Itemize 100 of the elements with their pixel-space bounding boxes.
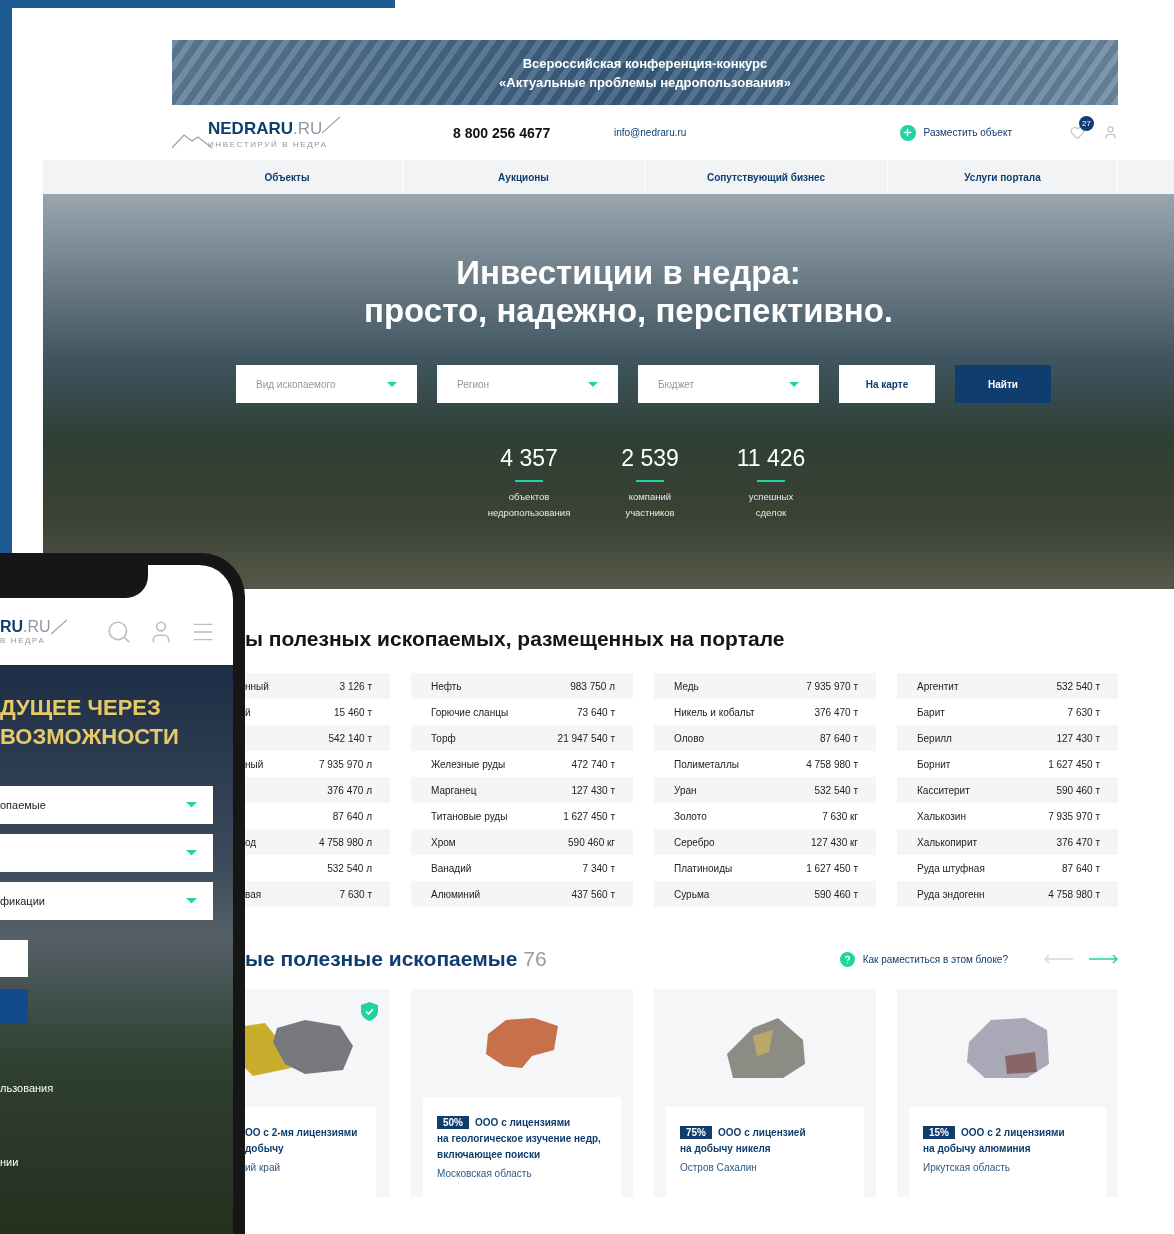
map-button[interactable]: На карте	[839, 365, 935, 403]
mineral-row[interactable]: Марганец 127 430 т	[411, 777, 633, 803]
mineral-row[interactable]: Берилл 127 430 т	[897, 725, 1118, 751]
input-field[interactable]	[0, 940, 28, 977]
card-region: Иркутская область	[923, 1162, 1012, 1173]
mineral-row[interactable]: Нефть 983 750 л	[411, 673, 633, 699]
plus-icon	[899, 124, 916, 141]
mineral-amount: 532 540 л	[327, 862, 372, 874]
mineral-amount: 15 460 т	[334, 706, 372, 718]
mineral-name: Серебро	[674, 836, 715, 848]
mineral-amount: 7 630 кг	[822, 810, 858, 822]
mineral-name: Платиноиды	[674, 862, 733, 874]
hero-title: Инвестиции в недра: просто, надежно, перспективно.	[363, 254, 894, 330]
favorites-count: 27	[1079, 116, 1094, 131]
search-icon[interactable]	[106, 619, 132, 645]
mineral-name: Касситерит	[917, 784, 970, 796]
next-arrow-button[interactable]	[1088, 954, 1118, 964]
mineral-row[interactable]: Касситерит 590 460 т	[897, 777, 1118, 803]
share-badge: 15%	[923, 1126, 955, 1139]
mineral-row[interactable]: Аргентит 532 540 т	[897, 673, 1118, 699]
mineral-row[interactable]: Уран 532 540 т	[654, 777, 876, 803]
mineral-name: Никель и кобальт	[674, 706, 755, 718]
email-link[interactable]: info@nedraru.ru	[614, 127, 687, 138]
mineral-name: Марганец	[431, 784, 477, 796]
mineral-amount: 590 460 кг	[568, 836, 615, 848]
mineral-amount: 4 758 980 т	[806, 758, 858, 770]
mineral-amount: 532 540 т	[814, 784, 858, 796]
stat-label: объектов недропользования	[487, 490, 571, 520]
mineral-row[interactable]: Халькопирит 376 470 т	[897, 829, 1118, 855]
mineral-amount: 983 750 л	[570, 680, 615, 692]
logo-name[interactable]: RU	[0, 618, 24, 636]
card-title: ОО с 2-мя лицензиями добычу	[245, 1126, 359, 1156]
card-title: 50% ООО с лицензиями на геологическое изучение недр, включающее поиски	[437, 1115, 602, 1162]
caret-icon	[186, 898, 197, 904]
mineral-amount: 542 140 т	[328, 732, 372, 744]
card-region: Московская область	[437, 1168, 533, 1179]
mineral-amount: 437 560 т	[571, 888, 615, 900]
filter-select[interactable]: фикации	[0, 882, 213, 920]
mineral-row[interactable]: Медь 7 935 970 т	[654, 673, 876, 699]
mineral-name: Полиметаллы	[674, 758, 739, 770]
logo-slash-drawing	[322, 116, 341, 134]
user-icon[interactable]	[1103, 125, 1118, 140]
mineral-name: Олово	[674, 732, 704, 744]
logo-tagline: ИНВЕСТИРУЙ В НЕДРА	[208, 140, 329, 149]
mineral-amount: 4 758 980 т	[1048, 888, 1100, 900]
search-button[interactable]	[0, 989, 28, 1024]
mineral-row[interactable]: вая 7 630 т	[245, 881, 390, 907]
listing-card[interactable]: 15% ООО с 2 лицензиями на добычу алюминия Иркутская область	[897, 989, 1118, 1197]
mineral-name: Сурьма	[674, 888, 710, 900]
mineral-name: Алюминий	[431, 888, 481, 900]
mineral-row[interactable]: Руда эндогенн 4 758 980 т	[897, 881, 1118, 907]
mineral-row[interactable]: Торф 21 947 540 т	[411, 725, 633, 751]
mineral-row[interactable]: од 4 758 980 л	[245, 829, 390, 855]
share-badge: 50%	[437, 1116, 469, 1129]
conference-banner[interactable]: Всероссийская конференция-конкурс «Актуальные проблемы недропользования»	[172, 40, 1118, 105]
accent-line	[757, 480, 785, 482]
filter-select[interactable]: опаемые	[0, 786, 213, 824]
listing-card[interactable]: ОО с 2-мя лицензиями добычу ий край	[245, 989, 390, 1197]
mineral-amount: 87 640 т	[820, 732, 858, 744]
banner-text: Всероссийская конференция-конкурс	[522, 54, 768, 73]
mineral-row[interactable]: нный 3 126 т	[245, 673, 390, 699]
hero-text: нии	[0, 1156, 20, 1168]
mineral-name: Борнит	[917, 758, 951, 770]
mineral-amount: 7 630 т	[1067, 706, 1100, 718]
share-badge: 75%	[680, 1126, 712, 1139]
stat-value: 4 357	[500, 445, 558, 472]
mineral-row[interactable]: 376 470 л	[245, 777, 390, 803]
mineral-name: Аргентит	[917, 680, 959, 692]
filter-select[interactable]	[0, 834, 213, 872]
mineral-name: Титановые руды	[431, 810, 508, 822]
mineral-amount: 3 126 т	[339, 680, 372, 692]
mineral-amount: 590 460 т	[1056, 784, 1100, 796]
add-object-link[interactable]: Разместить объект	[899, 124, 1012, 141]
logo-name[interactable]: NEDRARU	[208, 119, 293, 139]
search-button[interactable]: Найти	[955, 365, 1051, 403]
mineral-name: Ванадий	[431, 862, 472, 874]
mineral-name: Халькопирит	[917, 836, 978, 848]
mineral-row[interactable]: Серебро 127 430 кг	[654, 829, 876, 855]
section-heading: ы полезных ископаемых, размещенных на портале	[245, 627, 786, 651]
mineral-row[interactable]: 542 140 т	[245, 725, 390, 751]
caret-icon	[186, 850, 197, 856]
mineral-row[interactable]: Алюминий 437 560 т	[411, 881, 633, 907]
mineral-row[interactable]: Олово 87 640 т	[654, 725, 876, 751]
caret-icon	[588, 381, 598, 387]
listing-card[interactable]: 75% ООО с лицензией на добычу никеля Остров Сахалин	[654, 989, 876, 1197]
mineral-amount: 376 470 т	[1056, 836, 1100, 848]
listing-card[interactable]: 50% ООО с лицензиями на геологическое изучение недр, включающее поиски Московская область	[411, 989, 633, 1197]
mineral-name: Торф	[431, 732, 456, 744]
mineral-row[interactable]: Хром 590 460 кг	[411, 829, 633, 855]
help-link[interactable]: Как раместиться в этом блоке?	[839, 951, 1008, 967]
mineral-amount: 7 935 970 л	[318, 758, 372, 770]
logo-slash-drawing	[50, 619, 67, 635]
mineral-amount: 1 627 450 т	[1048, 758, 1100, 770]
stat-value: 11 426	[736, 445, 806, 472]
heart-icon[interactable]	[1070, 125, 1085, 140]
mineral-row[interactable]: Сурьма 590 460 т	[654, 881, 876, 907]
stat-value: 2 539	[621, 445, 679, 472]
card-title: 15% ООО с 2 лицензиями на добычу алюминия	[923, 1125, 1066, 1156]
mineral-amount: 532 540 т	[1056, 680, 1100, 692]
mineral-name: Руда эндогенн	[917, 888, 985, 900]
